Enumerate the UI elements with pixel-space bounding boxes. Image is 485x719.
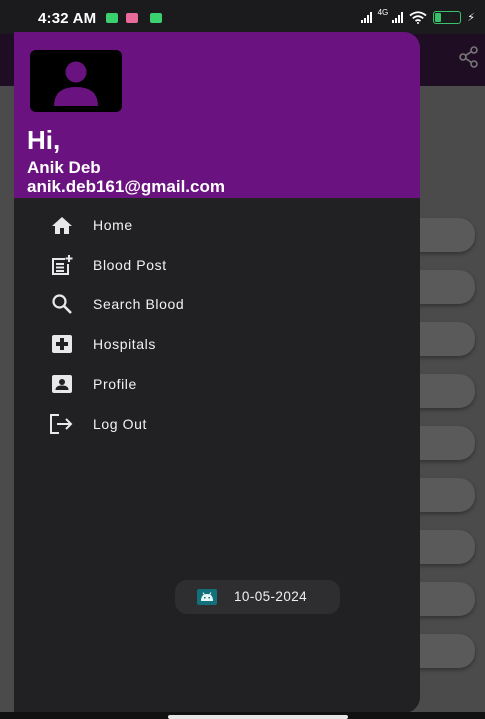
profile-card-icon xyxy=(50,372,74,396)
menu-item-label: Hospitals xyxy=(93,336,156,353)
home-indicator[interactable] xyxy=(168,715,348,719)
share-icon[interactable] xyxy=(459,46,479,68)
person-icon xyxy=(54,61,98,106)
drawer-menu: Home Blood Post Search Blood Hospitals P… xyxy=(14,205,420,444)
menu-item-log-out[interactable]: Log Out xyxy=(14,404,420,444)
navigation-drawer: Hi, Anik Deb anik.deb161@gmail.com Home xyxy=(14,32,420,713)
avatar[interactable] xyxy=(30,50,122,112)
status-bar: 4:32 AM 4G 27 ⚡ xyxy=(0,0,485,34)
date-text: 10-05-2024 xyxy=(234,589,308,604)
menu-item-label: Blood Post xyxy=(93,256,167,273)
charging-icon: ⚡ xyxy=(467,11,475,24)
menu-item-label: Search Blood xyxy=(93,296,185,313)
menu-item-search-blood[interactable]: Search Blood xyxy=(14,285,420,325)
status-icons: 4G 27 ⚡ xyxy=(360,8,475,25)
wifi-icon xyxy=(409,10,427,24)
network-type: 4G xyxy=(377,8,389,17)
post-add-icon xyxy=(50,253,74,277)
home-icon xyxy=(50,213,74,237)
greeting-text: Hi, xyxy=(27,125,61,155)
user-name: Anik Deb xyxy=(27,158,101,177)
menu-item-label: Log Out xyxy=(93,415,148,432)
menu-item-profile[interactable]: Profile xyxy=(14,364,420,404)
notification-media-icon xyxy=(126,13,138,23)
signal-icon xyxy=(392,11,404,23)
logout-icon xyxy=(50,412,74,436)
user-email: anik.deb161@gmail.com xyxy=(27,177,225,196)
menu-item-label: Profile xyxy=(93,376,137,393)
search-icon xyxy=(50,292,74,316)
notification-app-icon xyxy=(150,13,162,23)
battery-icon: 27 xyxy=(433,10,462,24)
date-chip: 10-05-2024 xyxy=(175,580,340,614)
menu-item-label: Home xyxy=(93,216,133,233)
hospital-icon xyxy=(50,332,74,356)
menu-item-hospitals[interactable]: Hospitals xyxy=(14,324,420,364)
notification-app-icon xyxy=(106,13,118,23)
battery-level: 27 xyxy=(442,12,452,22)
menu-item-blood-post[interactable]: Blood Post xyxy=(14,245,420,285)
drawer-header: Hi, Anik Deb anik.deb161@gmail.com xyxy=(14,32,420,198)
signal-icon xyxy=(360,11,372,23)
status-time: 4:32 AM xyxy=(38,10,97,27)
android-icon xyxy=(197,589,217,605)
menu-item-home[interactable]: Home xyxy=(14,205,420,245)
